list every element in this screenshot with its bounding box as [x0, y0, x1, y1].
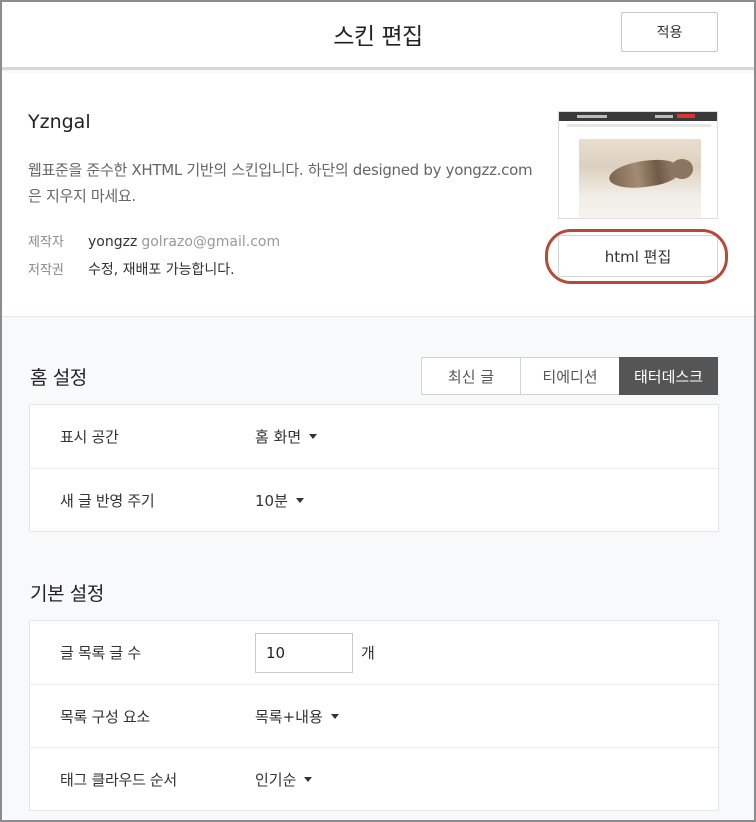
- display-space-select[interactable]: 홈 화면: [255, 426, 318, 447]
- skin-info-panel: Yzngal 웹표준을 준수한 XHTML 기반의 스킨입니다. 하단의 des…: [2, 73, 754, 317]
- caret-down-icon: [295, 497, 304, 503]
- home-settings-panel: 표시 공간 홈 화면 새 글 반영 주기 10분: [29, 404, 719, 532]
- post-count-unit: 개: [361, 644, 375, 662]
- copyright-value: 수정, 재배포 가능합니다.: [88, 262, 235, 278]
- author-email: golrazo@gmail.com: [141, 234, 281, 250]
- author-row: 제작자 yongzz golrazo@gmail.com: [28, 231, 280, 250]
- tag-cloud-row: 태그 클라우드 순서 인기순: [30, 747, 718, 810]
- tab-latest-posts[interactable]: 최신 글: [421, 357, 521, 395]
- skin-name: Yzngal: [28, 111, 91, 133]
- caret-down-icon: [309, 434, 318, 439]
- refresh-cycle-select[interactable]: 10분: [255, 490, 304, 511]
- basic-settings-title: 기본 설정: [30, 583, 104, 605]
- copyright-row: 저작권 수정, 재배포 가능합니다.: [28, 259, 235, 279]
- post-count-input[interactable]: [255, 632, 353, 673]
- tag-cloud-select[interactable]: 인기순: [255, 769, 313, 790]
- caret-down-icon: [330, 713, 339, 719]
- skin-edit-window: 스킨 편집 적용 Yzngal 웹표준을 준수한 XHTML 기반의 스킨입니다…: [0, 0, 756, 822]
- tag-cloud-label: 태그 클라우드 순서: [60, 770, 177, 789]
- list-composition-row: 목록 구성 요소 목록+내용: [30, 684, 718, 747]
- basic-settings-panel: 글 목록 글 수 개 목록 구성 요소 목록+내용 태그 클라우드 순서 인기순: [29, 620, 719, 811]
- list-composition-value: 목록+내용: [255, 707, 323, 726]
- refresh-cycle-row: 새 글 반영 주기 10분: [30, 468, 718, 531]
- refresh-cycle-label: 새 글 반영 주기: [60, 491, 155, 510]
- thumbnail-topbar: [559, 112, 717, 121]
- skin-description: 웹표준을 준수한 XHTML 기반의 스킨입니다. 하단의 designed b…: [28, 161, 533, 205]
- tag-cloud-value: 인기순: [255, 770, 297, 789]
- caret-down-icon: [304, 776, 313, 782]
- tab-tatter-desk[interactable]: 태터데스크: [619, 357, 718, 395]
- html-edit-button[interactable]: html 편집: [558, 235, 718, 277]
- home-settings-title: 홈 설정: [30, 367, 87, 389]
- display-space-value: 홈 화면: [255, 428, 302, 446]
- author-name: yongzz: [88, 234, 138, 250]
- list-composition-select[interactable]: 목록+내용: [255, 706, 339, 727]
- post-count-row: 글 목록 글 수 개: [30, 621, 718, 684]
- list-composition-label: 목록 구성 요소: [60, 707, 150, 726]
- apply-button[interactable]: 적용: [621, 12, 718, 52]
- copyright-label: 저작권: [28, 263, 64, 278]
- thumbnail-cat-photo: [579, 139, 701, 218]
- post-count-label: 글 목록 글 수: [60, 644, 141, 662]
- home-tabs: 최신 글 티에디션 태터데스크: [421, 357, 718, 395]
- skin-preview-thumbnail: [558, 111, 718, 219]
- tab-t-edition[interactable]: 티에디션: [520, 357, 620, 395]
- refresh-cycle-value: 10분: [255, 491, 288, 510]
- display-space-label: 표시 공간: [60, 428, 119, 446]
- header: 스킨 편집 적용: [2, 2, 754, 70]
- author-label: 제작자: [28, 235, 64, 250]
- display-space-row: 표시 공간 홈 화면: [30, 405, 718, 468]
